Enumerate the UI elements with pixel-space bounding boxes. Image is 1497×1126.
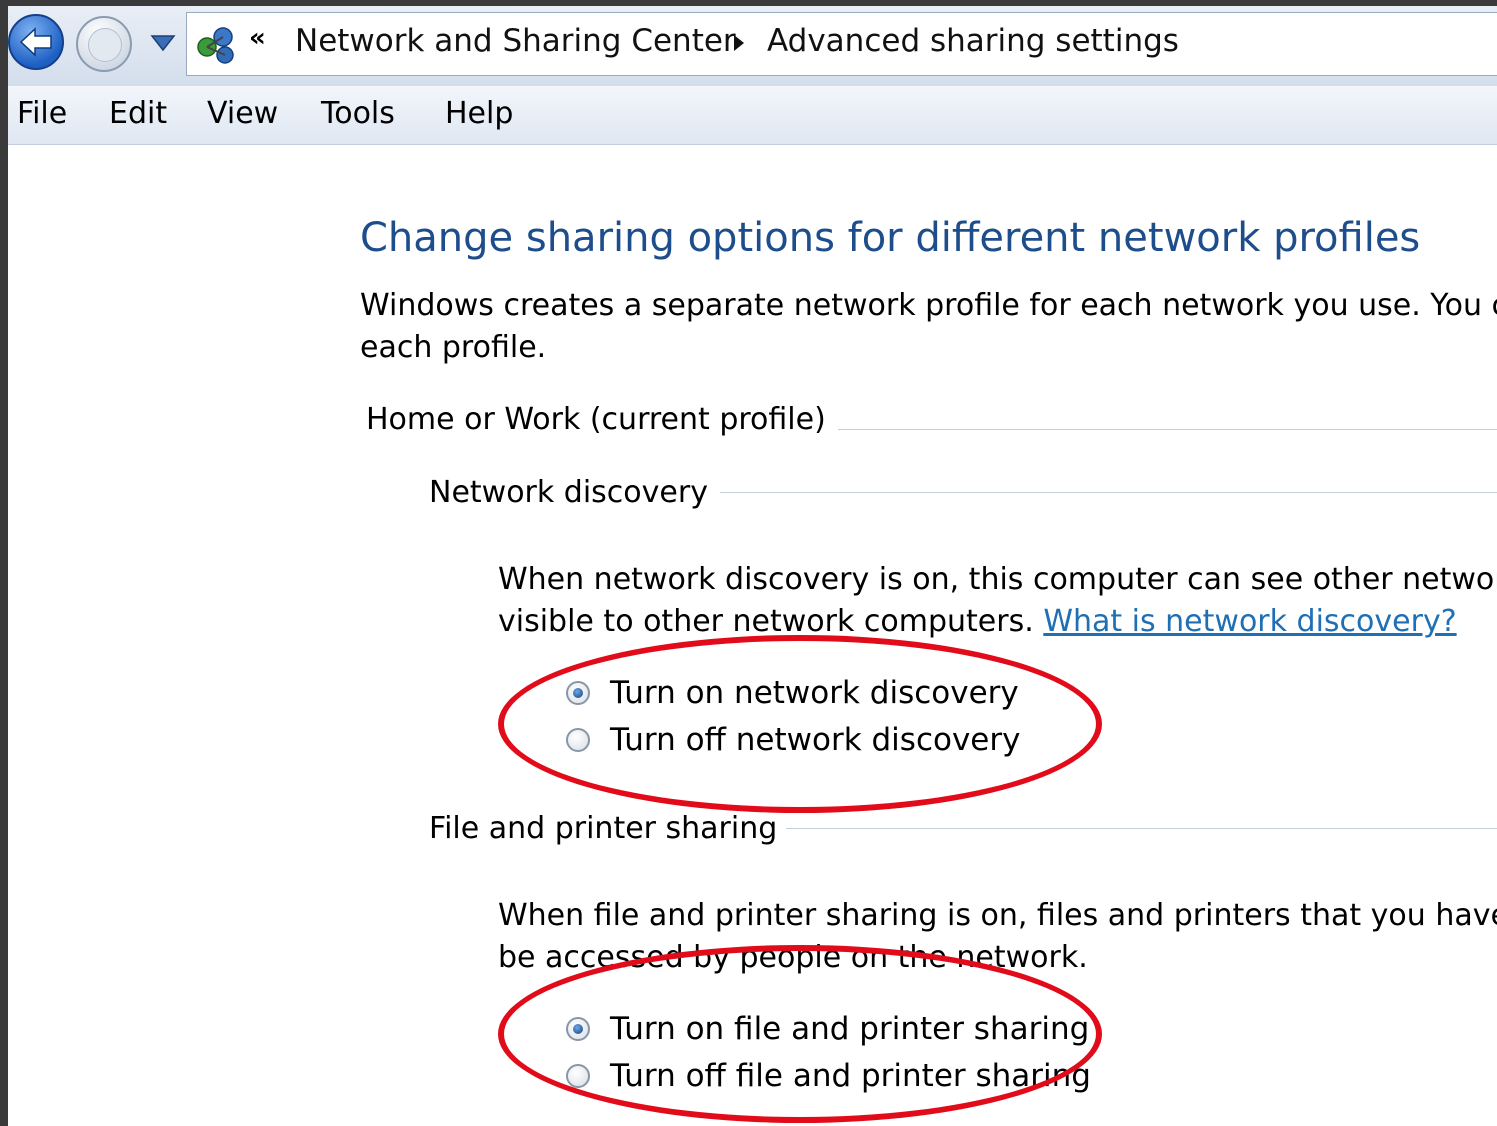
radio-turn-on-file-printer-sharing[interactable]: Turn on file and printer sharing xyxy=(566,1009,1089,1049)
breadcrumb-advanced-sharing-settings[interactable]: Advanced sharing settings xyxy=(767,23,1179,59)
radio-button[interactable] xyxy=(566,1064,590,1088)
radio-label[interactable]: Turn off file and printer sharing xyxy=(610,1058,1091,1094)
file-printer-sharing-desc-line-2: be accessed by people on the network. xyxy=(498,940,1088,975)
file-printer-sharing-description: When file and printer sharing is on, fil… xyxy=(498,895,1497,979)
forward-button[interactable] xyxy=(76,16,132,72)
radio-button-selected[interactable] xyxy=(566,681,590,705)
radio-turn-off-file-printer-sharing[interactable]: Turn off file and printer sharing xyxy=(566,1056,1091,1096)
network-discovery-desc-line-2: visible to other network computers. What… xyxy=(498,601,1497,643)
file-printer-sharing-heading: File and printer sharing xyxy=(429,811,778,846)
menu-help[interactable]: Help xyxy=(445,96,513,131)
explorer-window: « Network and Sharing Center Advanced sh… xyxy=(8,6,1497,1126)
menu-tools[interactable]: Tools xyxy=(321,96,395,131)
radio-turn-off-network-discovery[interactable]: Turn off network discovery xyxy=(566,720,1020,760)
menu-edit[interactable]: Edit xyxy=(109,96,167,131)
network-discovery-desc-text: visible to other network computers. xyxy=(498,604,1034,639)
breadcrumb-arrow-icon[interactable] xyxy=(732,33,746,53)
intro-line-2: each profile. xyxy=(360,330,547,365)
forward-arrow-icon xyxy=(88,28,122,62)
network-discovery-desc-line-1: When network discovery is on, this compu… xyxy=(498,562,1497,597)
radio-turn-on-network-discovery[interactable]: Turn on network discovery xyxy=(566,673,1019,713)
radio-button-selected[interactable] xyxy=(566,1017,590,1041)
menu-file[interactable]: File xyxy=(17,96,67,131)
network-discovery-description: When network discovery is on, this compu… xyxy=(498,559,1497,643)
menu-bar: File Edit View Tools Help xyxy=(8,86,1497,145)
network-icon xyxy=(197,27,234,64)
radio-label[interactable]: Turn on network discovery xyxy=(610,675,1019,711)
address-bar-area: « Network and Sharing Center Advanced sh… xyxy=(8,6,1497,87)
breadcrumb-overflow[interactable]: « xyxy=(249,23,266,53)
intro-line-1: Windows creates a separate network profi… xyxy=(360,288,1497,323)
page-title: Change sharing options for different net… xyxy=(360,215,1421,261)
network-discovery-heading: Network discovery xyxy=(429,475,708,510)
radio-label[interactable]: Turn off network discovery xyxy=(610,722,1020,758)
address-box[interactable]: « Network and Sharing Center Advanced sh… xyxy=(186,12,1497,76)
breadcrumb-network-and-sharing-center[interactable]: Network and Sharing Center xyxy=(295,23,736,59)
network-discovery-divider xyxy=(720,492,1497,493)
dropdown-arrow-icon[interactable] xyxy=(150,34,176,52)
back-button[interactable] xyxy=(8,14,64,70)
profile-divider xyxy=(838,429,1497,430)
profile-heading[interactable]: Home or Work (current profile) xyxy=(366,402,826,437)
file-printer-sharing-desc-line-1: When file and printer sharing is on, fil… xyxy=(498,898,1497,933)
back-arrow-icon xyxy=(19,27,52,57)
radio-button[interactable] xyxy=(566,728,590,752)
menu-view[interactable]: View xyxy=(207,96,278,131)
intro-text: Windows creates a separate network profi… xyxy=(360,285,1497,369)
radio-label[interactable]: Turn on file and printer sharing xyxy=(610,1011,1089,1047)
what-is-network-discovery-link[interactable]: What is network discovery? xyxy=(1043,604,1456,639)
file-printer-sharing-divider xyxy=(786,828,1497,829)
settings-content: Change sharing options for different net… xyxy=(8,145,1497,1126)
